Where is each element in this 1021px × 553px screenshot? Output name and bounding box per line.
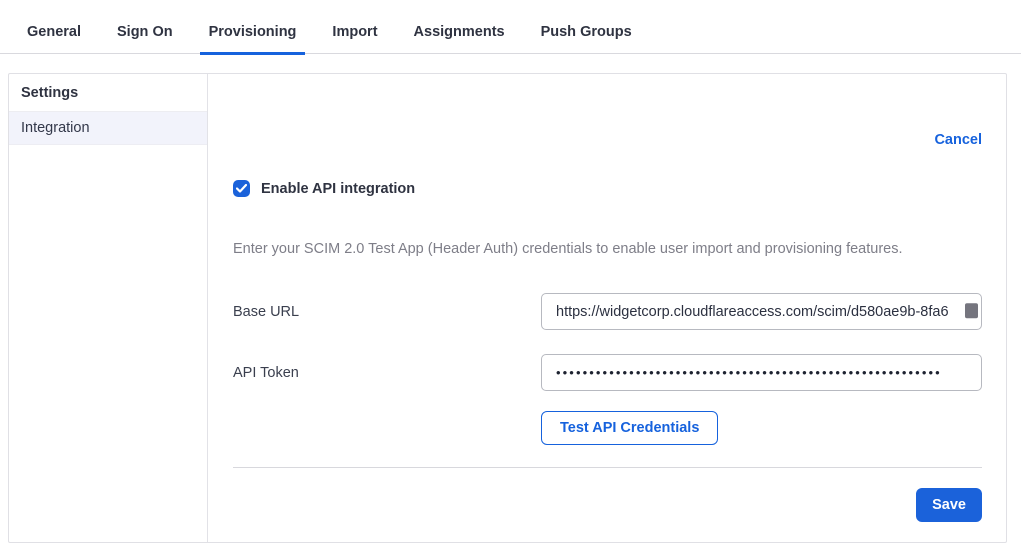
tab-general[interactable]: General xyxy=(18,16,90,55)
enable-api-integration-label: Enable API integration xyxy=(261,181,415,197)
sidebar-header-settings: Settings xyxy=(9,74,207,112)
api-token-input[interactable]: ••••••••••••••••••••••••••••••••••••••••… xyxy=(541,354,982,391)
cancel-button[interactable]: Cancel xyxy=(934,132,982,148)
api-token-label: API Token xyxy=(233,365,541,381)
test-api-credentials-button[interactable]: Test API Credentials xyxy=(541,411,718,445)
integration-panel: Cancel Enable API integration Enter your… xyxy=(208,74,1006,542)
footer-divider xyxy=(233,467,982,468)
checkmark-icon xyxy=(236,184,247,193)
tab-import[interactable]: Import xyxy=(323,16,386,55)
cancel-row: Cancel xyxy=(233,132,982,148)
tab-provisioning[interactable]: Provisioning xyxy=(200,16,306,55)
text-selection-artifact xyxy=(965,303,978,318)
tab-push-groups[interactable]: Push Groups xyxy=(532,16,641,55)
enable-api-integration-checkbox[interactable] xyxy=(233,180,250,197)
tab-assignments[interactable]: Assignments xyxy=(405,16,514,55)
settings-sidebar: Settings Integration xyxy=(9,74,208,542)
credentials-description: Enter your SCIM 2.0 Test App (Header Aut… xyxy=(233,241,982,257)
tab-sign-on[interactable]: Sign On xyxy=(108,16,182,55)
api-token-input-wrap: ••••••••••••••••••••••••••••••••••••••••… xyxy=(541,354,982,391)
save-button[interactable]: Save xyxy=(916,488,982,522)
save-row: Save xyxy=(233,488,982,522)
provisioning-card: Settings Integration Cancel Enable API i… xyxy=(8,73,1007,543)
base-url-input[interactable]: https://widgetcorp.cloudflareaccess.com/… xyxy=(541,293,982,330)
tab-bar: General Sign On Provisioning Import Assi… xyxy=(0,0,1021,54)
test-credentials-row: Test API Credentials xyxy=(233,411,982,445)
base-url-label: Base URL xyxy=(233,304,541,320)
enable-api-integration-row: Enable API integration xyxy=(233,180,982,197)
api-token-row: API Token ••••••••••••••••••••••••••••••… xyxy=(233,354,982,391)
sidebar-item-integration[interactable]: Integration xyxy=(9,112,207,145)
base-url-row: Base URL https://widgetcorp.cloudflareac… xyxy=(233,293,982,330)
base-url-input-wrap: https://widgetcorp.cloudflareaccess.com/… xyxy=(541,293,982,330)
